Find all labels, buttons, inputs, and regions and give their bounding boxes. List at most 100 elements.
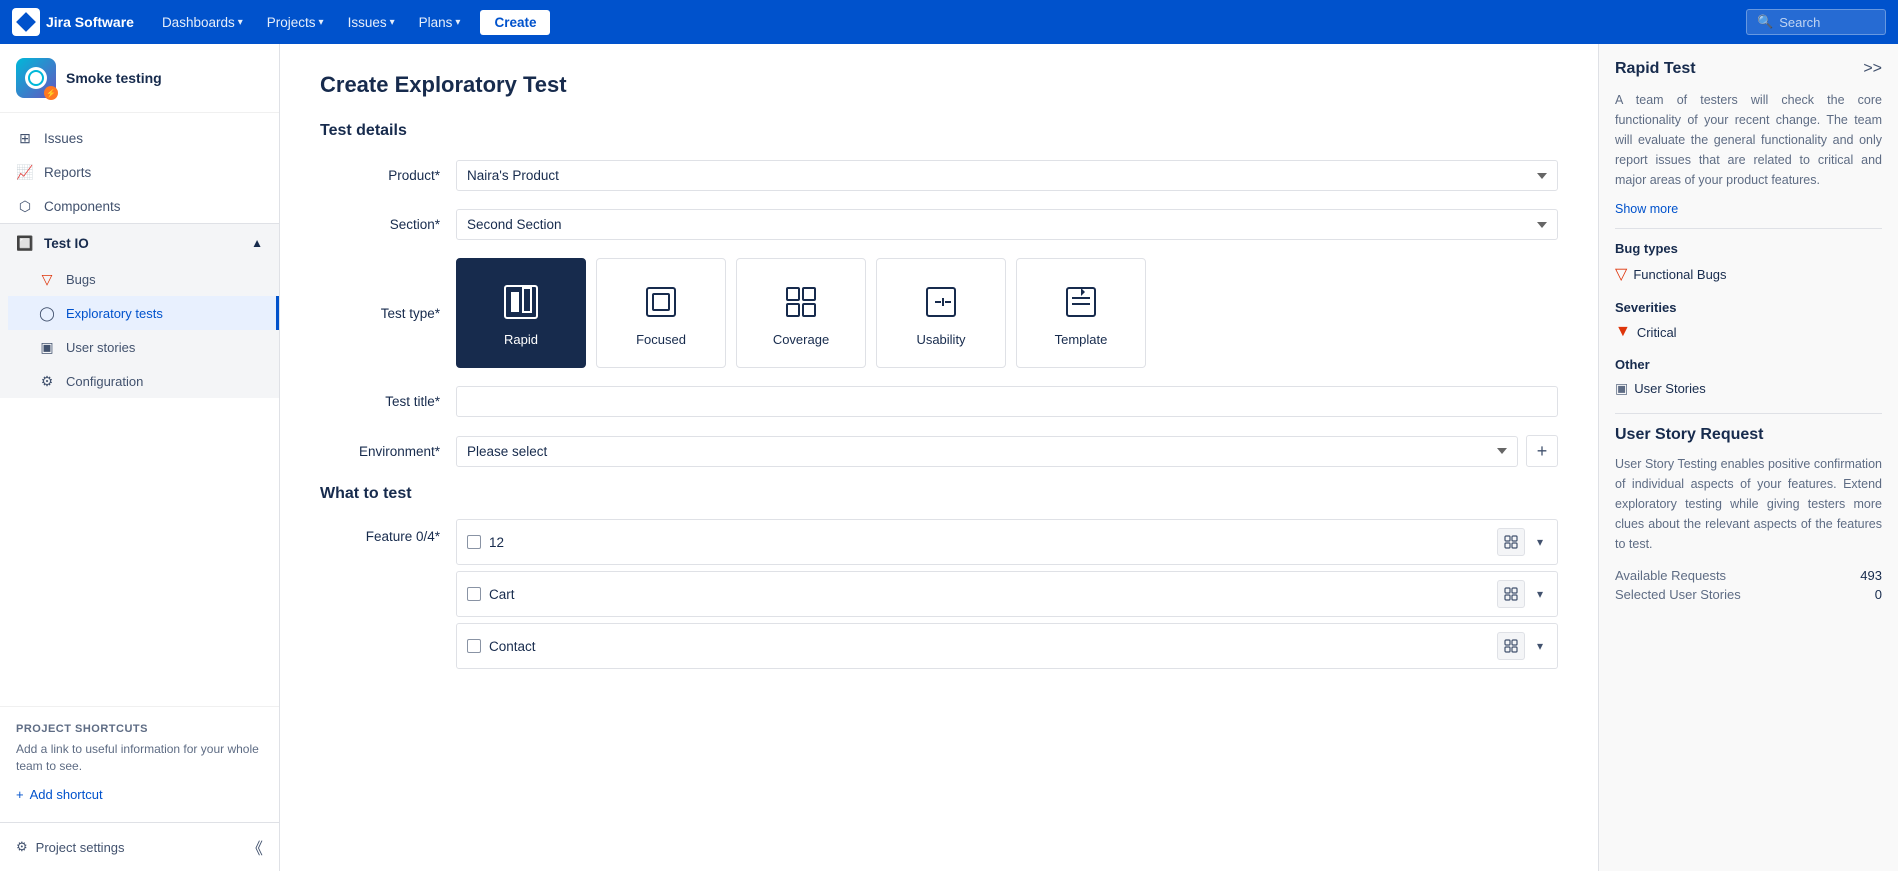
panel-divider-1 [1615,228,1882,229]
chevron-up-icon: ▲ [251,236,263,250]
nav-plans[interactable]: Plans ▾ [411,11,469,34]
product-select[interactable]: Naira's Product [456,160,1558,191]
search-bar[interactable]: 🔍 Search [1746,9,1886,35]
coverage-icon [779,280,823,324]
feature-expand-icon-contact[interactable]: ▾ [1533,637,1547,655]
plus-icon: + [16,787,24,802]
feature-row: Feature 0/4* 12 ▾ Cart ▾ [320,519,1558,669]
avatar-badge: ⚡ [44,86,58,100]
panel-stats: Available Requests 493 Selected User Sto… [1615,568,1882,602]
test-type-label: Test type* [320,306,440,321]
product-label: Product* [320,168,440,183]
panel-description: A team of testers will check the core fu… [1615,90,1882,190]
nav-issues[interactable]: Issues ▾ [340,11,403,34]
focused-icon [639,280,683,324]
logo[interactable]: Jira Software [12,8,134,36]
section-select[interactable]: Second Section [456,209,1558,240]
nav-projects[interactable]: Projects ▾ [259,11,332,34]
environment-label: Environment* [320,444,440,459]
test-type-coverage[interactable]: Coverage [736,258,866,368]
chevron-down-icon: ▾ [238,17,243,28]
logo-text: Jira Software [46,14,134,30]
story-icon: ▣ [38,338,56,356]
create-button[interactable]: Create [480,10,550,35]
top-nav: Jira Software Dashboards ▾ Projects ▾ Is… [0,0,1898,44]
show-more-button[interactable]: Show more [1615,202,1678,216]
selected-stories-label: Selected User Stories [1615,587,1741,602]
sidebar-item-reports[interactable]: 📈 Reports [0,155,279,189]
triangle-icon: ▽ [38,270,56,288]
grid-icon: ▣ [1615,380,1628,397]
environment-select[interactable]: Please select [456,436,1518,467]
user-story-request-title: User Story Request [1615,426,1882,444]
feature-detail-button-cart[interactable] [1497,580,1525,608]
test-title-input[interactable] [456,386,1558,417]
section-label: Section* [320,217,440,232]
feature-detail-button-contact[interactable] [1497,632,1525,660]
selected-stories-row: Selected User Stories 0 [1615,587,1882,602]
feature-checkbox-contact[interactable] [467,639,481,653]
sidebar-item-user-stories[interactable]: ▣ User stories [8,330,279,364]
logo-diamond [16,12,36,32]
test-details-heading: Test details [320,122,1558,140]
sidebar-item-components[interactable]: ⬡ Components [0,189,279,223]
sidebar-item-bugs[interactable]: ▽ Bugs [8,262,279,296]
test-io-subnav: ▽ Bugs ◯ Exploratory tests ▣ User storie… [0,262,279,398]
grid-icon: ⊞ [16,129,34,147]
jira-logo-icon [12,8,40,36]
chevron-down-icon: ▾ [390,17,395,28]
right-panel: Rapid Test >> A team of testers will che… [1598,44,1898,871]
feature-item-contact: Contact ▾ [456,623,1558,669]
sidebar-item-configuration[interactable]: ⚙ Configuration [8,364,279,398]
feature-item-12: 12 ▾ [456,519,1558,565]
test-type-usability[interactable]: Usability [876,258,1006,368]
shortcuts-desc: Add a link to useful information for you… [16,741,263,775]
feature-checkbox-cart[interactable] [467,587,481,601]
panel-divider-2 [1615,413,1882,414]
feature-checkbox-12[interactable] [467,535,481,549]
severity-icon: ▼ [1615,323,1631,341]
sidebar-bottom: ⚙ Project settings 《 [0,822,279,871]
test-io-section: 🔲 Test IO ▲ ▽ Bugs ◯ Exploratory tests [0,223,279,398]
test-type-focused[interactable]: Focused [596,258,726,368]
sidebar-item-test-io[interactable]: 🔲 Test IO ▲ [0,224,279,262]
section-row: Section* Second Section [320,209,1558,240]
environment-row: Environment* Please select + [320,435,1558,467]
template-icon [1059,280,1103,324]
page-title: Create Exploratory Test [320,72,1558,98]
what-to-test-heading: What to test [320,485,1558,503]
product-row: Product* Naira's Product [320,160,1558,191]
sidebar-nav: ⊞ Issues 📈 Reports ⬡ Components 🔲 Test I… [0,113,279,706]
feature-item-cart: Cart ▾ [456,571,1558,617]
bug-type-functional: ▽ Functional Bugs [1615,264,1882,284]
panel-title: Rapid Test [1615,60,1696,78]
user-story-request-desc: User Story Testing enables positive conf… [1615,454,1882,554]
collapse-sidebar-button[interactable]: 《 [247,835,263,859]
gear-icon: ⚙ [16,839,28,855]
feature-detail-button-12[interactable] [1497,528,1525,556]
selected-stories-value: 0 [1875,587,1882,602]
severities-label: Severities [1615,300,1882,315]
shortcuts-title: PROJECT SHORTCUTS [16,723,263,735]
nav-dashboards[interactable]: Dashboards ▾ [154,11,251,34]
add-shortcut-button[interactable]: + Add shortcut [16,783,263,806]
feature-expand-icon-12[interactable]: ▾ [1533,533,1547,551]
sidebar-item-exploratory-tests[interactable]: ◯ Exploratory tests [8,296,279,330]
chevron-down-icon: ▾ [319,17,324,28]
testio-icon: 🔲 [16,234,34,252]
panel-collapse-button[interactable]: >> [1863,60,1882,78]
available-requests-label: Available Requests [1615,568,1726,583]
project-shortcuts: PROJECT SHORTCUTS Add a link to useful i… [0,706,279,822]
feature-expand-icon-cart[interactable]: ▾ [1533,585,1547,603]
test-type-template[interactable]: Template [1016,258,1146,368]
sidebar-item-issues[interactable]: ⊞ Issues [0,121,279,155]
severity-critical: ▼ Critical [1615,323,1882,341]
feature-label: Feature 0/4* [320,519,440,544]
available-requests-row: Available Requests 493 [1615,568,1882,583]
other-label: Other [1615,357,1882,372]
other-section: Other ▣ User Stories [1615,357,1882,397]
project-settings-link[interactable]: ⚙ Project settings [16,839,125,855]
avatar: ⚡ [16,58,56,98]
test-type-rapid[interactable]: Rapid [456,258,586,368]
environment-add-button[interactable]: + [1526,435,1558,467]
